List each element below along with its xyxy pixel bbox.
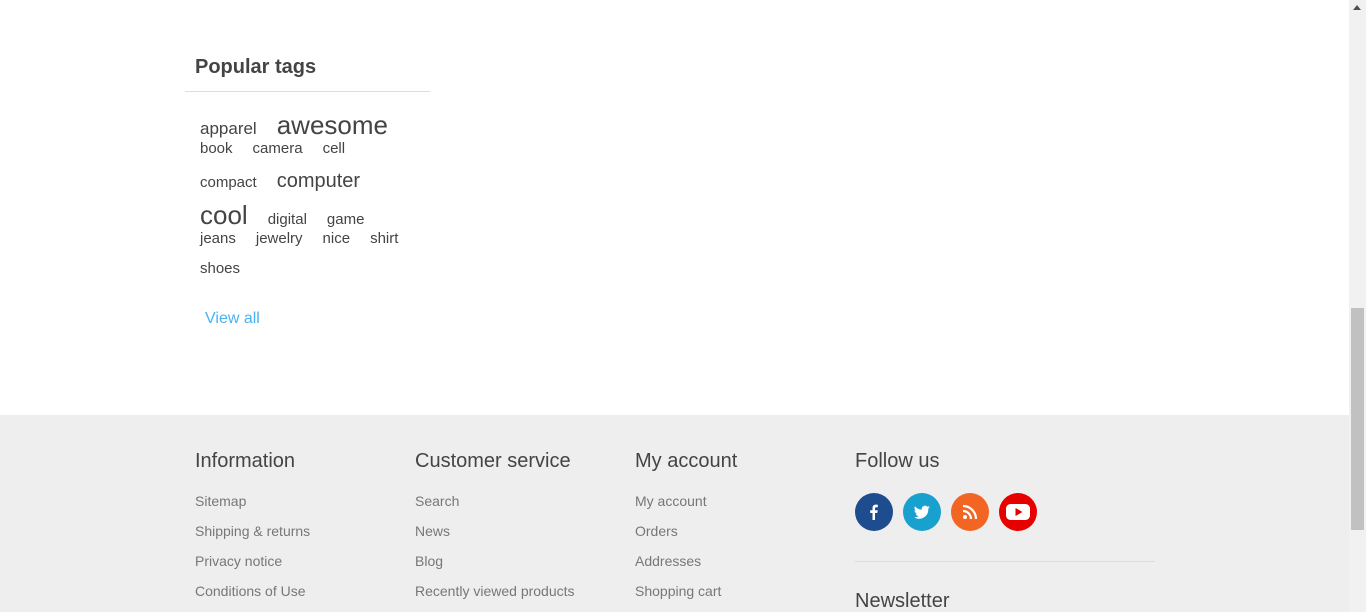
social-links [855,493,1155,531]
tag-jewelry[interactable]: jewelry [256,230,303,247]
footer-link-sitemap[interactable]: Sitemap [195,493,246,509]
footer-link-privacy-notice[interactable]: Privacy notice [195,553,282,569]
tag-game[interactable]: game [327,211,365,228]
vertical-scrollbar[interactable] [1349,0,1366,612]
footer-information-column: Information Sitemap Shipping & returns P… [195,450,310,612]
tag-digital[interactable]: digital [268,211,307,228]
footer-link-shipping-returns[interactable]: Shipping & returns [195,523,310,539]
popular-tags-title: Popular tags [185,48,430,92]
footer-link-search[interactable]: Search [415,493,459,509]
tag-row: compact computer [200,170,415,200]
footer-customer-service-column: Customer service Search News Blog Recent… [415,450,575,612]
footer-information-title: Information [195,450,296,472]
tag-shoes[interactable]: shoes [200,260,240,277]
footer-divider [855,561,1155,562]
tag-computer[interactable]: computer [277,170,360,193]
twitter-icon[interactable] [903,493,941,531]
tag-awesome[interactable]: awesome [277,110,388,141]
facebook-icon[interactable] [855,493,893,531]
rss-icon[interactable] [951,493,989,531]
footer-link-recently-viewed[interactable]: Recently viewed products [415,583,575,599]
footer-link-blog[interactable]: Blog [415,553,443,569]
tag-shirt[interactable]: shirt [370,230,398,247]
footer-link-addresses[interactable]: Addresses [635,553,701,569]
footer-customer-service-title: Customer service [415,450,571,472]
footer-my-account-column: My account My account Orders Addresses S… [635,450,737,612]
footer: Information Sitemap Shipping & returns P… [0,415,1349,612]
tag-row: shoes [200,260,415,290]
tag-cool[interactable]: cool [200,200,248,231]
footer-link-conditions-of-use[interactable]: Conditions of Use [195,583,306,599]
youtube-icon[interactable] [999,493,1037,531]
tag-cell[interactable]: cell [323,140,346,157]
page-viewport: Popular tags apparel awesome book camera… [0,0,1349,612]
view-all-tags-link[interactable]: View all [205,310,430,328]
newsletter-title: Newsletter [855,590,950,612]
tag-row: jeans jewelry nice shirt [200,230,415,260]
tag-jeans[interactable]: jeans [200,230,236,247]
footer-link-my-account[interactable]: My account [635,493,707,509]
scroll-up-arrow-icon[interactable] [1353,5,1361,10]
scrollbar-thumb[interactable] [1351,308,1364,530]
tag-nice[interactable]: nice [323,230,351,247]
footer-my-account-title: My account [635,450,738,472]
tag-camera[interactable]: camera [253,140,303,157]
tag-row: apparel awesome [200,110,415,140]
tag-compact[interactable]: compact [200,174,257,191]
tag-apparel[interactable]: apparel [200,119,257,139]
footer-link-news[interactable]: News [415,523,450,539]
tag-book[interactable]: book [200,140,233,157]
footer-link-orders[interactable]: Orders [635,523,678,539]
tag-row: book camera cell [200,140,415,170]
tag-row: cool digital game [200,200,415,230]
popular-tags-block: Popular tags apparel awesome book camera… [185,48,430,328]
tag-cloud: apparel awesome book camera cell compact… [185,92,430,290]
footer-follow-us-column: Follow us Newsletter [855,450,1155,612]
footer-link-shopping-cart[interactable]: Shopping cart [635,583,721,599]
footer-follow-us-title: Follow us [855,450,940,472]
